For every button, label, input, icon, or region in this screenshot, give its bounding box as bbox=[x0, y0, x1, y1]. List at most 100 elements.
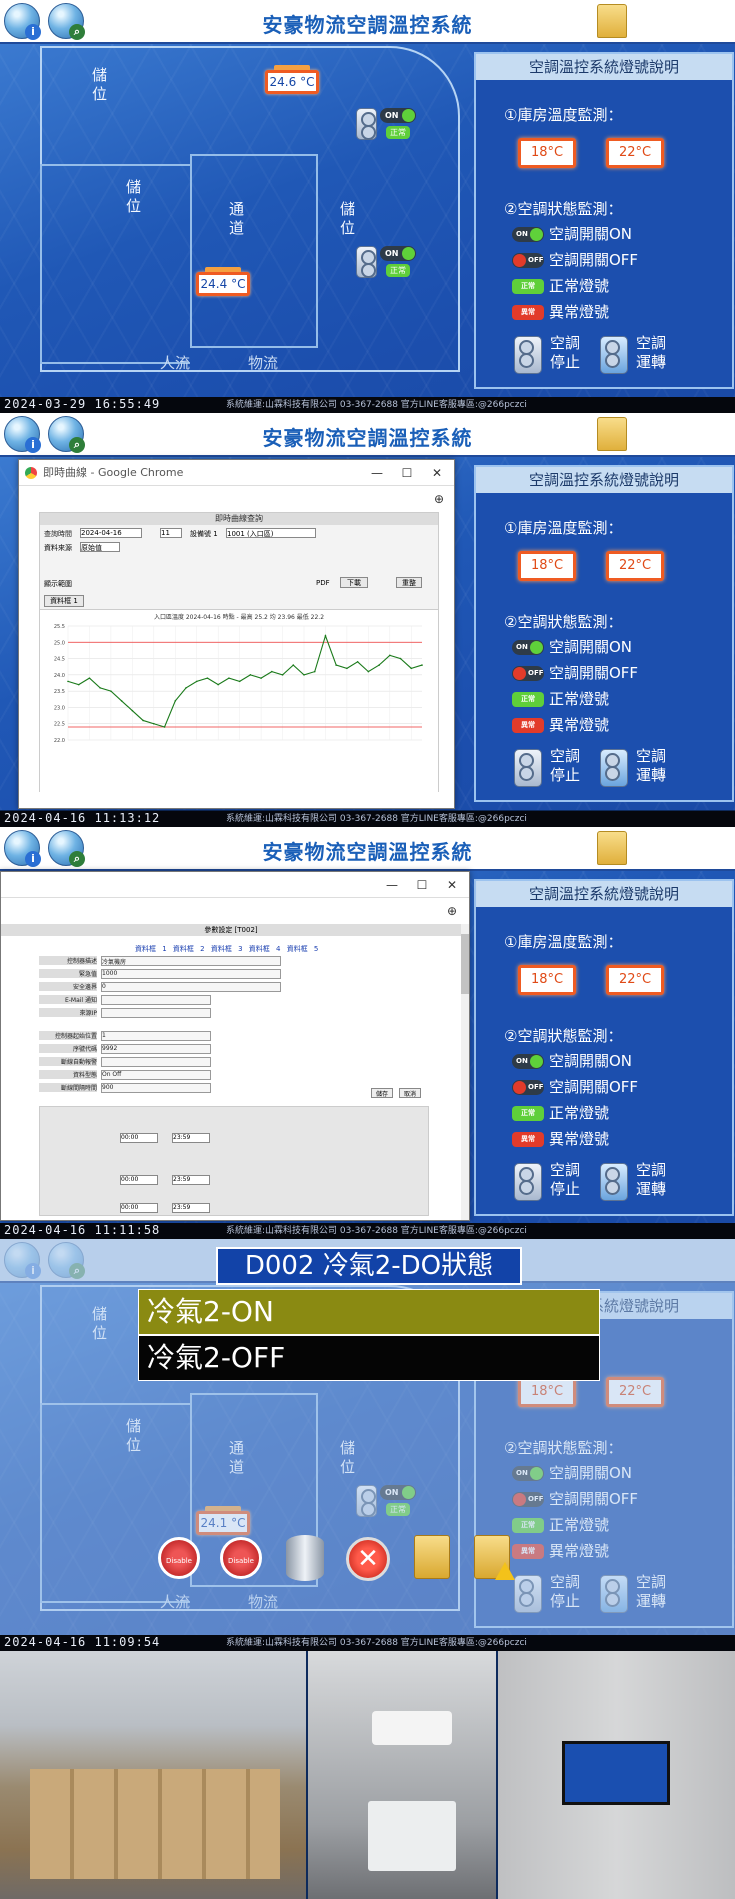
data-point bbox=[356, 661, 359, 663]
config-row-input[interactable]: 0 bbox=[101, 982, 281, 992]
ac-unit-icon[interactable] bbox=[356, 108, 377, 140]
legend-sec2: ②空調狀態監測： bbox=[504, 1027, 623, 1045]
zoom-icon[interactable]: ⊕ bbox=[447, 904, 457, 918]
save-button[interactable]: 儲存 bbox=[371, 1088, 393, 1098]
folder-icon[interactable] bbox=[597, 4, 627, 38]
cancel-button[interactable]: 取消 bbox=[399, 1088, 421, 1098]
history-chart-window[interactable]: 即時曲線 - Google Chrome — ☐ ✕ ⊕ 即時曲線查詢 查詢時間… bbox=[18, 459, 455, 809]
legend-sec1: ①庫房溫度監測： bbox=[504, 519, 623, 537]
legend-sec2: ②空調狀態監測： bbox=[504, 200, 623, 218]
legend-panel: 空調溫控系統燈號說明 ①庫房溫度監測： 18°C 22°C ②空調狀態監測： O… bbox=[474, 465, 734, 802]
data-point bbox=[163, 726, 166, 728]
legend-off-row: OFF 空調開關OFF bbox=[512, 663, 638, 683]
config-row-input[interactable] bbox=[101, 995, 211, 1005]
data-point bbox=[206, 677, 209, 679]
download-button[interactable]: 下載 bbox=[340, 577, 368, 588]
config-row-input[interactable]: On Off bbox=[101, 1070, 211, 1080]
data-point bbox=[367, 670, 370, 673]
config-row-label: 控制器描述 bbox=[39, 956, 97, 965]
ac-running-icon bbox=[600, 1163, 628, 1201]
time-start-input[interactable]: 00:00 bbox=[120, 1175, 158, 1185]
ac-on-toggle[interactable]: ON bbox=[380, 246, 416, 261]
scrollbar[interactable] bbox=[461, 924, 469, 1220]
time-end-input[interactable]: 23:59 bbox=[172, 1133, 210, 1143]
ac-on-toggle[interactable]: ON bbox=[380, 108, 416, 123]
data-point bbox=[421, 664, 423, 666]
close-button[interactable]: ✕ bbox=[422, 460, 452, 486]
config-row-label: 控制器起始位置 bbox=[39, 1031, 97, 1040]
menu-option-ac-on[interactable]: 冷氣2-ON bbox=[138, 1289, 600, 1335]
config-window[interactable]: — ☐ ✕ ⊕ 參數設定 [T002] 資料框 1 資料框 2 資料框 3 資料… bbox=[0, 871, 470, 1221]
time-start-input[interactable]: 00:00 bbox=[120, 1133, 158, 1143]
ac-unit-icon[interactable] bbox=[356, 246, 377, 278]
data-point bbox=[292, 664, 295, 666]
temperature-line-chart: 25.5 25.0 24.5 24.0 23.5 23.0 22.5 22.0 bbox=[54, 624, 423, 744]
folder-icon[interactable] bbox=[597, 417, 627, 451]
config-row-input[interactable] bbox=[101, 1008, 211, 1018]
config-row-input[interactable]: 1000 bbox=[101, 969, 281, 979]
refresh-button[interactable]: 重整 bbox=[396, 577, 422, 588]
device-select[interactable]: 1001 (入口區) bbox=[226, 528, 316, 538]
monitor-panel-1: i ⌕ 安豪物流空調溫控系統 儲 位 儲 位 通 道 儲 位 24.6 °C 2… bbox=[0, 0, 735, 413]
minimize-button[interactable]: — bbox=[377, 872, 407, 898]
y-tick-label: 22.5 bbox=[54, 722, 65, 728]
ac-running-icon bbox=[600, 749, 628, 787]
minimize-button[interactable]: — bbox=[362, 460, 392, 486]
data-point bbox=[271, 670, 273, 673]
data-point bbox=[153, 722, 155, 725]
temp-sensor-top[interactable]: 24.6 °C bbox=[265, 65, 319, 94]
config-row-input[interactable]: 900 bbox=[101, 1083, 211, 1093]
folder-settings-icon[interactable] bbox=[414, 1535, 450, 1579]
close-button[interactable]: ✕ bbox=[437, 872, 467, 898]
source-select[interactable]: 原始值 bbox=[80, 542, 120, 552]
data-point bbox=[238, 680, 241, 683]
temp-sensor-bottom[interactable]: 24.4 °C bbox=[196, 267, 250, 296]
legend-title: 空調溫控系統燈號說明 bbox=[476, 467, 732, 493]
series-tabs[interactable]: 資料框 1 資料框 2 資料框 3 資料框 4 資料框 5 bbox=[135, 944, 318, 954]
disable-icon[interactable]: Disable bbox=[158, 1537, 200, 1579]
config-row-input[interactable]: 冷氣機房 bbox=[101, 956, 281, 966]
config-row: 來源IP bbox=[39, 1008, 429, 1021]
legend-sec1: ①庫房溫度監測： bbox=[504, 106, 623, 124]
legend-abnormal-row: 異常 異常燈號 bbox=[512, 1129, 609, 1149]
monitor-panel-3: i ⌕ 安豪物流空調溫控系統 空調溫控系統燈號說明 ①庫房溫度監測： 18°C … bbox=[0, 827, 735, 1239]
timestamp: 2024-03-29 16:55:49 bbox=[4, 397, 161, 411]
window-titlebar: — ☐ ✕ bbox=[1, 872, 469, 898]
zoom-icon[interactable]: ⊕ bbox=[434, 492, 444, 506]
maximize-button[interactable]: ☐ bbox=[392, 460, 422, 486]
storage-room-b bbox=[40, 164, 190, 364]
database-icon[interactable] bbox=[286, 1535, 324, 1581]
config-row: 緊急值 1000 bbox=[39, 969, 429, 982]
hour-select[interactable]: 11 bbox=[160, 528, 182, 538]
normal-badge: 正常 bbox=[386, 126, 410, 139]
date-input[interactable]: 2024-04-16 bbox=[80, 528, 142, 538]
menu-option-ac-off[interactable]: 冷氣2-OFF bbox=[138, 1335, 600, 1381]
config-row-input[interactable]: 1 bbox=[101, 1031, 211, 1041]
maximize-button[interactable]: ☐ bbox=[407, 872, 437, 898]
time-end-input[interactable]: 23:59 bbox=[172, 1203, 210, 1213]
pdf-checkbox[interactable]: PDF bbox=[316, 579, 330, 587]
close-icon[interactable]: ✕ bbox=[346, 1537, 390, 1581]
time-start-input[interactable]: 00:00 bbox=[120, 1203, 158, 1213]
time-end-input[interactable]: 23:59 bbox=[172, 1175, 210, 1185]
legend-run: 空調 運轉 bbox=[636, 334, 667, 371]
folder-warning-icon[interactable] bbox=[474, 1535, 515, 1580]
config-row-input[interactable] bbox=[101, 1057, 211, 1067]
data-point bbox=[335, 664, 337, 666]
status-bar: 2024-04-16 11:09:54 系統維運:山霖科技有限公司 03-367… bbox=[0, 1635, 735, 1651]
site-photos bbox=[0, 1651, 735, 1899]
config-form: 參數設定 [T002] 資料框 1 資料框 2 資料框 3 資料框 4 資料框 … bbox=[1, 924, 461, 1220]
disable-icon[interactable]: Disable bbox=[220, 1537, 262, 1579]
ac-stopped-icon bbox=[514, 1163, 542, 1201]
legend-on-row: ON 空調開關ON bbox=[512, 1051, 632, 1071]
y-tick-label: 25.5 bbox=[54, 624, 65, 630]
config-row-label: 緊急值 bbox=[39, 969, 97, 978]
range-label: 顯示範圍 bbox=[44, 580, 72, 588]
data-point bbox=[120, 700, 123, 702]
tab-series-1[interactable]: 資料框 1 bbox=[44, 595, 84, 607]
folder-icon[interactable] bbox=[597, 831, 627, 865]
config-heading: 參數設定 [T002] bbox=[1, 924, 461, 936]
legend-title: 空調溫控系統燈號說明 bbox=[476, 881, 732, 907]
config-row-label: E-Mail 通知 bbox=[39, 995, 97, 1004]
config-row-input[interactable]: 9992 bbox=[101, 1044, 211, 1054]
